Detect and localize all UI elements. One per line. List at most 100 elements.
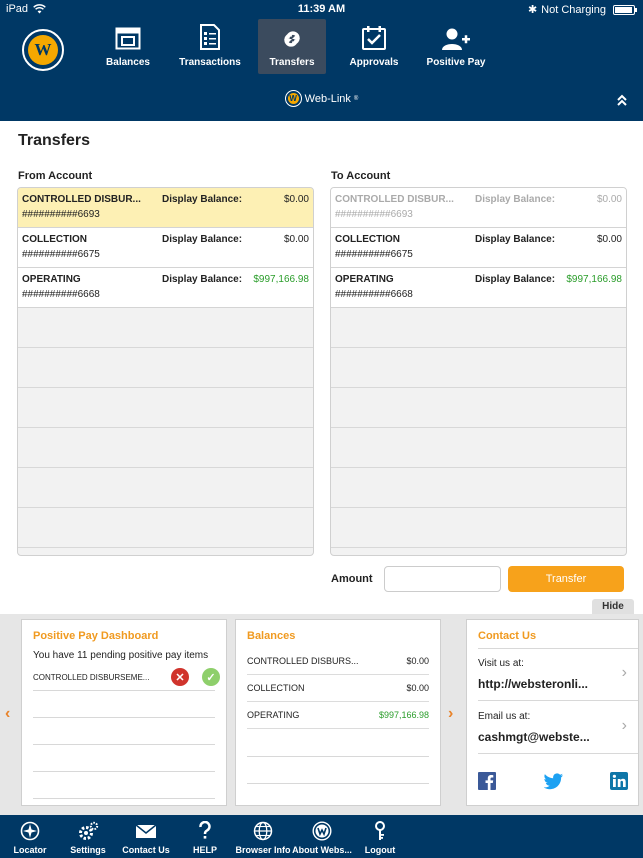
reject-icon[interactable]: ✕: [171, 668, 189, 686]
account-name: COLLECTION: [22, 234, 87, 245]
account-number: ##########6693: [22, 209, 100, 220]
toolbar-label: Logout: [364, 845, 396, 855]
nav-label: Balances: [106, 57, 150, 68]
toolbar-settings[interactable]: Settings: [68, 821, 108, 855]
collapse-chevron-icon[interactable]: [617, 94, 627, 106]
pending-item-name: CONTROLLED DISBURSEME...: [33, 673, 150, 682]
divider: [33, 717, 215, 718]
balance-value: $0.00: [283, 234, 309, 245]
settings-icon: [79, 821, 99, 840]
empty-row: [18, 308, 313, 348]
contact-card: Contact Us Visit us at: http://websteron…: [466, 619, 639, 806]
page-title: Transfers: [18, 132, 91, 149]
divider: [247, 783, 429, 784]
webster-logo[interactable]: W: [22, 29, 64, 71]
account-name: OPERATING: [22, 274, 81, 285]
toolbar-browser-info[interactable]: Browser Info: [235, 821, 291, 855]
account-number: ##########6675: [22, 249, 100, 260]
nav-transactions[interactable]: Transactions: [176, 19, 244, 74]
balance-label: Display Balance:: [162, 234, 243, 245]
account-number: ##########6668: [335, 289, 413, 300]
balance-value: $997,166.98: [253, 274, 309, 285]
to-account-row: CONTROLLED DISBUR... ##########6693 Disp…: [331, 188, 626, 228]
to-account-label: To Account: [331, 170, 391, 182]
empty-row: [331, 468, 626, 508]
approve-icon[interactable]: ✓: [202, 668, 220, 686]
twitter-icon[interactable]: [544, 772, 564, 790]
from-account-row[interactable]: CONTROLLED DISBUR... ##########6693 Disp…: [18, 188, 313, 228]
help-icon: [199, 821, 211, 839]
weblink-logo-icon: W: [284, 90, 302, 107]
transfers-icon: [284, 31, 300, 47]
mail-icon: [135, 824, 157, 838]
linkedin-icon[interactable]: [610, 772, 628, 790]
add-user-icon: [442, 28, 470, 50]
weblink-label: Web-Link: [304, 92, 351, 105]
to-account-row[interactable]: COLLECTION ##########6675 Display Balanc…: [331, 228, 626, 268]
balance-label: Display Balance:: [475, 274, 556, 285]
balance-value: $997,166.98: [378, 710, 429, 720]
balance-row[interactable]: COLLECTION $0.00: [247, 675, 429, 702]
toolbar-logout[interactable]: Logout: [362, 821, 398, 855]
from-account-list: CONTROLLED DISBUR... ##########6693 Disp…: [17, 187, 314, 556]
nav-positive-pay[interactable]: Positive Pay: [424, 19, 488, 74]
balances-card: Balances CONTROLLED DISBURS... $0.00 COL…: [235, 619, 441, 806]
amount-input[interactable]: [384, 566, 501, 592]
toolbar-label: About Webs...: [292, 845, 352, 855]
chevron-right-icon[interactable]: ›: [622, 664, 627, 682]
toolbar-locator[interactable]: Locator: [12, 821, 48, 855]
balance-value: $0.00: [406, 656, 429, 666]
bottom-toolbar: Locator Settings Contact Us HELP Browser…: [0, 815, 643, 858]
chevron-right-icon[interactable]: ›: [622, 717, 627, 735]
toolbar-about[interactable]: About Webs...: [291, 821, 353, 855]
balance-row[interactable]: CONTROLLED DISBURS... $0.00: [247, 648, 429, 675]
from-account-row[interactable]: COLLECTION ##########6675 Display Balanc…: [18, 228, 313, 268]
transfer-button[interactable]: Transfer: [508, 566, 624, 592]
locator-icon: [20, 821, 40, 841]
account-name: CONTROLLED DISBUR...: [335, 194, 454, 205]
nav-approvals[interactable]: Approvals: [344, 19, 404, 74]
to-account-list: CONTROLLED DISBUR... ##########6693 Disp…: [330, 187, 627, 556]
hide-button[interactable]: Hide: [592, 599, 634, 614]
nav-balances[interactable]: Balances: [97, 19, 159, 74]
pending-message: You have 11 pending positive pay items: [33, 650, 209, 661]
empty-row: [18, 348, 313, 388]
charging-status: Not Charging: [541, 3, 606, 16]
website-link[interactable]: http://websteronli...: [478, 677, 598, 691]
approvals-icon: [362, 26, 386, 50]
from-account-label: From Account: [18, 170, 93, 182]
balance-label: Display Balance:: [475, 234, 556, 245]
visit-label: Visit us at:: [478, 658, 524, 669]
account-name: COLLECTION: [247, 683, 305, 693]
account-name: CONTROLLED DISBUR...: [22, 194, 141, 205]
battery-icon: [613, 4, 637, 15]
toolbar-help[interactable]: HELP: [190, 821, 220, 855]
card-title: Contact Us: [478, 630, 537, 642]
toolbar-contact[interactable]: Contact Us: [120, 821, 172, 855]
nav-label: Transfers: [269, 57, 315, 68]
divider: [33, 690, 215, 691]
account-number: ##########6675: [335, 249, 413, 260]
transactions-icon: [200, 24, 220, 50]
status-bar: iPad 11:39 AM ✱ Not Charging: [0, 0, 643, 18]
carousel-right-arrow-icon[interactable]: ›: [448, 705, 453, 723]
facebook-icon[interactable]: [478, 772, 496, 790]
nav-transfers[interactable]: Transfers: [258, 19, 326, 74]
carousel-left-arrow-icon[interactable]: ‹: [5, 705, 10, 723]
divider: [478, 700, 638, 701]
to-account-row[interactable]: OPERATING ##########6668 Display Balance…: [331, 268, 626, 308]
account-number: ##########6668: [22, 289, 100, 300]
balance-value: $0.00: [596, 234, 622, 245]
balance-value: $0.00: [596, 194, 622, 205]
balance-value: $997,166.98: [566, 274, 622, 285]
balance-label: Display Balance:: [162, 194, 243, 205]
email-label: Email us at:: [478, 711, 531, 722]
email-link[interactable]: cashmgt@webste...: [478, 730, 598, 744]
weblink-brand: W Web-Link ®: [0, 90, 643, 107]
empty-row: [331, 388, 626, 428]
from-account-row[interactable]: OPERATING ##########6668 Display Balance…: [18, 268, 313, 308]
account-name: OPERATING: [335, 274, 394, 285]
divider: [478, 648, 638, 649]
balance-row[interactable]: OPERATING $997,166.98: [247, 702, 429, 729]
balance-label: Display Balance:: [475, 194, 556, 205]
